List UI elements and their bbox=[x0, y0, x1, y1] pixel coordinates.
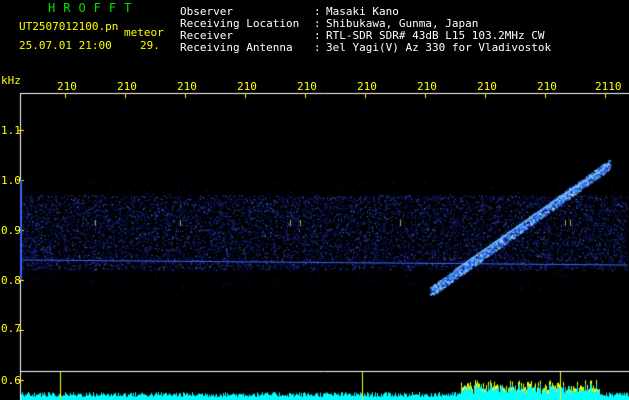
meta-value-antenna: 3el Yagi(V) Az 330 for Vladivostok bbox=[326, 41, 552, 54]
count: 29. bbox=[140, 39, 160, 52]
y-tick-label: 0.8 bbox=[1, 274, 21, 287]
y-tick-label: 0.6 bbox=[1, 374, 21, 387]
y-tick-label: 1.0 bbox=[1, 174, 21, 187]
meta-sep: : bbox=[314, 41, 321, 54]
datetime: 25.07.01 21:00 bbox=[19, 39, 112, 52]
spectrogram-canvas bbox=[0, 0, 629, 400]
x-tick-label: 2110 bbox=[595, 80, 622, 93]
x-tick-label: 210 bbox=[57, 80, 77, 93]
y-unit-label: kHz bbox=[1, 74, 21, 87]
file-name: UT2507012100.pn bbox=[19, 20, 119, 33]
x-tick-label: 210 bbox=[417, 80, 437, 93]
x-tick-label: 210 bbox=[357, 80, 377, 93]
hrofft-screen: HROFFT UT2507012100.pn meteor 25.07.01 2… bbox=[0, 0, 629, 400]
x-tick-label: 210 bbox=[537, 80, 557, 93]
x-tick-label: 210 bbox=[117, 80, 137, 93]
x-tick-label: 210 bbox=[477, 80, 497, 93]
app-title: HROFFT bbox=[48, 1, 140, 15]
mode-label: meteor bbox=[124, 26, 164, 39]
x-tick-label: 210 bbox=[237, 80, 257, 93]
y-tick-label: 0.9 bbox=[1, 224, 21, 237]
meta-label-antenna: Receiving Antenna bbox=[180, 41, 293, 54]
x-tick-label: 210 bbox=[297, 80, 317, 93]
y-tick-label: 1.1 bbox=[1, 124, 21, 137]
y-tick-label: 0.7 bbox=[1, 322, 21, 335]
x-tick-label: 210 bbox=[177, 80, 197, 93]
